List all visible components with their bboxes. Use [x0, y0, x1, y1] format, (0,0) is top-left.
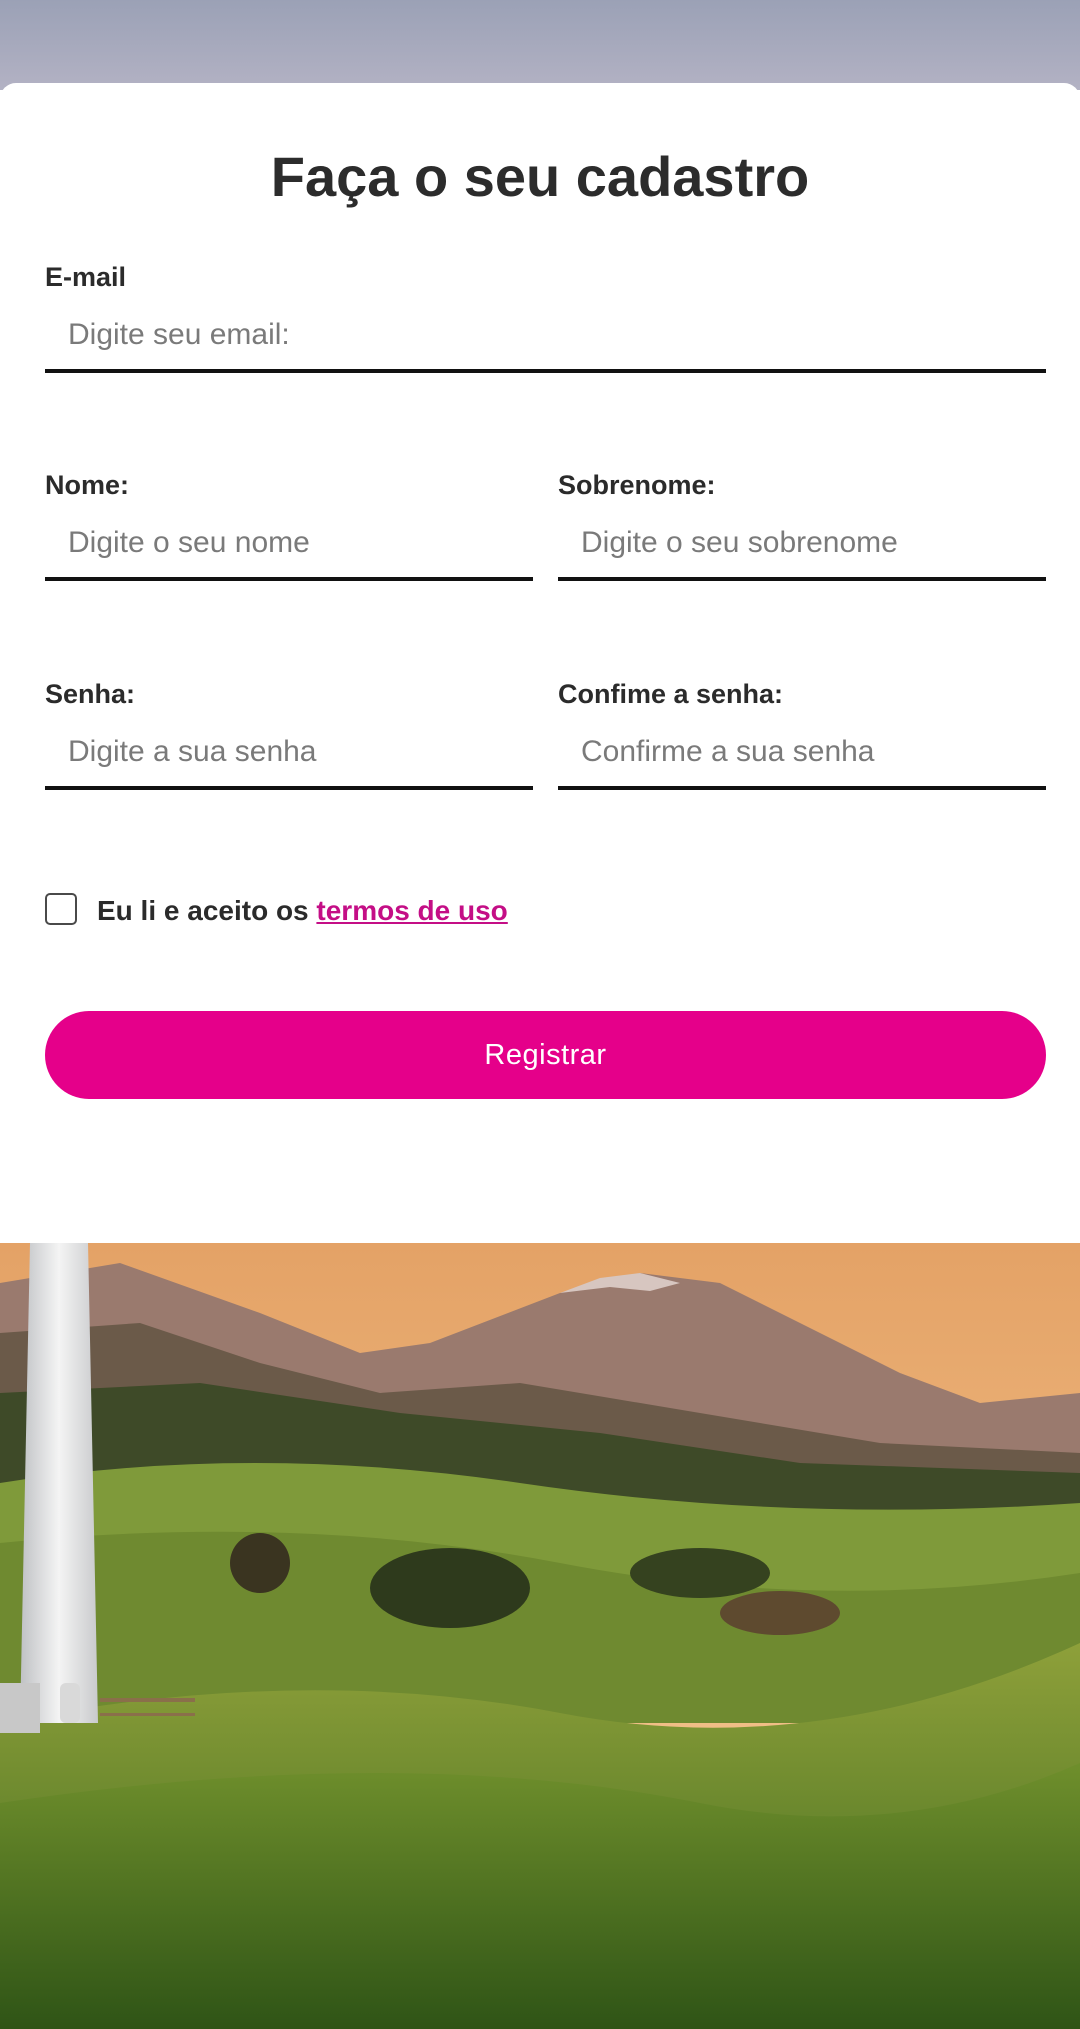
terms-prefix: Eu li e aceito os: [97, 895, 317, 926]
register-card: Faça o seu cadastro E-mail Nome: Sobreno…: [0, 83, 1080, 1243]
terms-text: Eu li e aceito os termos de uso: [97, 895, 508, 927]
password-input[interactable]: [45, 718, 533, 790]
checkbox-unchecked-icon[interactable]: [45, 893, 77, 925]
first-name-input[interactable]: [45, 509, 533, 581]
background-sky: [0, 0, 1080, 90]
first-name-label: Nome:: [45, 470, 130, 500]
password-label: Senha:: [45, 679, 136, 709]
landscape-image: [0, 1243, 1080, 2029]
password-group: Senha:: [45, 678, 533, 790]
email-input[interactable]: [45, 301, 1046, 373]
email-label: E-mail: [45, 262, 127, 292]
first-name-group: Nome:: [45, 469, 533, 581]
register-button[interactable]: Registrar: [45, 1011, 1046, 1099]
last-name-input[interactable]: [558, 509, 1046, 581]
last-name-label: Sobrenome:: [558, 470, 716, 500]
last-name-group: Sobrenome:: [558, 469, 1046, 581]
confirm-password-label: Confime a senha:: [558, 679, 784, 709]
email-group: E-mail: [45, 261, 1046, 373]
terms-link[interactable]: termos de uso: [316, 895, 507, 926]
confirm-password-group: Confime a senha:: [558, 678, 1046, 790]
confirm-password-input[interactable]: [558, 718, 1046, 790]
page-title: Faça o seu cadastro: [270, 145, 810, 208]
terms-row: Eu li e aceito os termos de uso: [45, 886, 508, 936]
